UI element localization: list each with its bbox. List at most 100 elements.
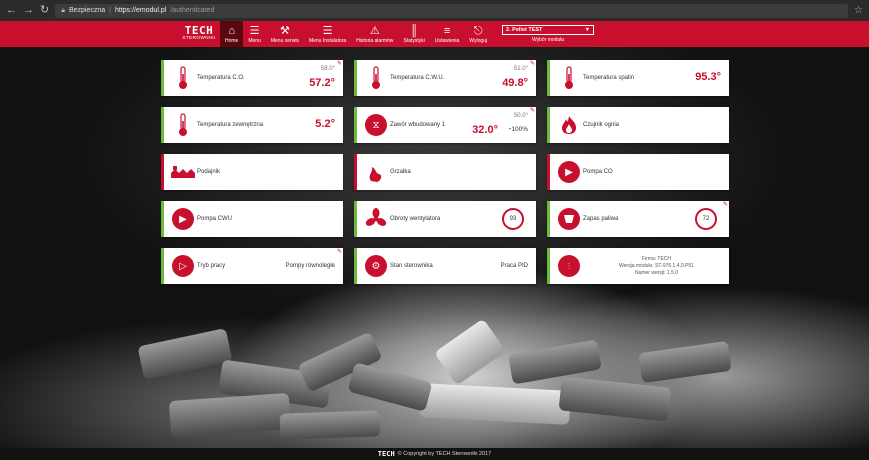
tile-temperatura-spalin[interactable]: Temperatura spalin 95.3° [547, 60, 729, 96]
service-tools-icon: ⚒ [279, 24, 290, 37]
warning-icon: ⚠ [369, 24, 380, 37]
thermometer-icon [363, 65, 389, 91]
tile-value: Praca PID [500, 263, 528, 269]
back-icon[interactable]: ← [6, 5, 17, 16]
tile-value: 57.2° [309, 77, 335, 89]
pellet-image [419, 383, 571, 425]
pellet-image [558, 376, 672, 422]
tile-pompa-co[interactable]: ▶ Pompa CO [547, 154, 729, 190]
nav-menu-label: Menu [248, 37, 261, 44]
tile-value: 49.8° [502, 77, 528, 89]
tile-label: Grzałka [390, 169, 411, 175]
tile-grzalka[interactable]: Grzałka [354, 154, 536, 190]
lock-icon: 🔒︎ [61, 6, 65, 14]
tile-label: Temperatura C.O. [197, 75, 245, 81]
tile-corner-icon: ✎ [336, 249, 342, 255]
browser-toolbar: ← → ↻ 🔒︎ Bezpieczna | https://emodul.pl /… [0, 0, 869, 21]
nav-home-label: Home [225, 37, 239, 44]
url-path: /authenticated [170, 7, 215, 14]
nav-settings[interactable]: ≡ Ustawienia [430, 21, 464, 47]
tile-label: Temperatura spalin [583, 75, 635, 81]
pellet-image [433, 318, 507, 386]
pump-icon: ▶ [556, 159, 582, 185]
tile-temperatura-zewnetrzna[interactable]: Temperatura zewnętrzna 5.2° [161, 107, 343, 143]
tile-setpoint: 58.0° [320, 66, 335, 72]
tile-value: 95.3° [695, 71, 721, 83]
tile-value: 32.0° [472, 124, 498, 136]
tile-label: Tryb pracy [197, 263, 226, 269]
module-info: Firma: TECH Wersja modułu: ST-976 1.4.0.… [590, 248, 723, 284]
nav-alarm-history[interactable]: ⚠ Historia alarmów [351, 21, 398, 47]
tile-zapas-paliwa[interactable]: ✎ Zapas paliwa 72 [547, 201, 729, 237]
nav-logout[interactable]: ⎋ Wyloguj [464, 21, 492, 47]
home-icon: ⌂ [228, 24, 235, 37]
fan-speed-value: 93 [509, 216, 517, 222]
fan-speed-gauge: 93 [502, 208, 524, 230]
thermometer-icon [170, 112, 196, 138]
tile-stan-sterownika[interactable]: ⚙ Stan sterownika Praca PID [354, 248, 536, 284]
installer-icon: ☰ [322, 24, 333, 37]
tech-logo[interactable]: TECH STEROWNIKI [178, 21, 220, 47]
tile-label: Temperatura C.W.U. [390, 75, 445, 81]
tile-czujnik-ognia[interactable]: Czujnik ognia [547, 107, 729, 143]
app-header: TECH STEROWNIKI ⌂ Home ☰ Menu ⚒ Menu ser… [0, 21, 869, 47]
heater-icon [363, 159, 389, 185]
thermometer-icon [170, 65, 196, 91]
tile-label: Obroty wentylatora [390, 216, 441, 222]
reload-icon[interactable]: ↻ [40, 5, 49, 16]
nav-statistics[interactable]: ║ Statystyki [398, 21, 429, 47]
nav-service-menu[interactable]: ⚒ Menu serwis [266, 21, 304, 47]
nav-settings-label: Ustawienia [434, 37, 460, 44]
stats-icon: ║ [410, 24, 419, 37]
module-label: Wybór modułu [531, 37, 565, 43]
tile-pompa-cwu[interactable]: ▶ Pompa CWU [161, 201, 343, 237]
tile-tryb-pracy[interactable]: ✎ ▷ Tryb pracy Pompy równoległe [161, 248, 343, 284]
tile-corner-icon: ✎ [336, 61, 342, 67]
pellet-image [508, 339, 602, 385]
pellet-image [168, 392, 292, 438]
fuel-level-gauge: 72 [695, 208, 717, 230]
user-menu-icon: ☰ [249, 24, 260, 37]
url-host: https://emodul.pl [114, 7, 167, 14]
module-selector: 2. Pellet TEST ▼ Wybór modułu [502, 21, 595, 47]
nav-home[interactable]: ⌂ Home [220, 21, 244, 47]
operation-mode-icon: ▷ [170, 253, 196, 279]
info-module-version: Wersja modułu: ST-976 1.4.0.P51 [619, 262, 694, 269]
sliders-info-icon: ⫶ [556, 253, 582, 279]
tile-zawor-wbudowany[interactable]: ✎ ⧖ Zawór wbudowany 1 50.0° 32.0° ◔100% [354, 107, 536, 143]
tile-value: 5.2° [315, 118, 335, 130]
nav-menu[interactable]: ☰ Menu [243, 21, 266, 47]
tile-temperatura-co[interactable]: ✎ Temperatura C.O. 58.0° 57.2° [161, 60, 343, 96]
nav-installer-menu[interactable]: ☰ Menu Instalatora [304, 21, 351, 47]
secure-label: Bezpieczna [68, 7, 106, 14]
logo-sub: STEROWNIKI [182, 36, 216, 41]
forward-icon[interactable]: → [23, 5, 34, 16]
nav-installer-menu-label: Menu Instalatora [308, 37, 347, 44]
tile-corner-icon: ✎ [722, 202, 728, 208]
pellet-image [347, 362, 433, 412]
valve-icon: ⧖ [363, 112, 389, 138]
address-bar[interactable]: 🔒︎ Bezpieczna | https://emodul.pl/authen… [55, 3, 849, 18]
valve-opening-value: 100% [511, 126, 528, 133]
tile-label: Zawór wbudowany 1 [390, 122, 446, 128]
valve-opening: ◔100% [507, 126, 528, 133]
tile-setpoint: 50.0° [513, 113, 528, 119]
thermometer-icon [556, 65, 582, 91]
logout-icon: ⎋ [473, 24, 483, 37]
bookmark-star-icon[interactable]: ☆ [854, 5, 863, 16]
tile-info: ⫶ Firma: TECH Wersja modułu: ST-976 1.4.… [547, 248, 729, 284]
tile-podajnik[interactable]: Podajnik [161, 154, 343, 190]
footer-copyright: © Copyright by TECH Sterowniki 2017 [397, 451, 492, 457]
fuel-level-value: 72 [702, 216, 710, 222]
settings-sliders-icon: ≡ [443, 24, 451, 37]
tile-label: Podajnik [197, 169, 221, 175]
tile-corner-icon: ✎ [529, 61, 535, 67]
tile-temperatura-cwu[interactable]: ✎ Temperatura C.W.U. 51.0° 49.8° [354, 60, 536, 96]
tile-obroty-wentylatora[interactable]: Obroty wentylatora 93 [354, 201, 536, 237]
nav-logout-label: Wyloguj [469, 37, 488, 44]
module-select[interactable]: 2. Pellet TEST ▼ [502, 25, 595, 35]
fan-icon [363, 206, 389, 232]
pellet-image [137, 328, 233, 380]
controller-state-icon: ⚙ [363, 253, 389, 279]
footer: TECH © Copyright by TECH Sterowniki 2017 [0, 448, 869, 460]
